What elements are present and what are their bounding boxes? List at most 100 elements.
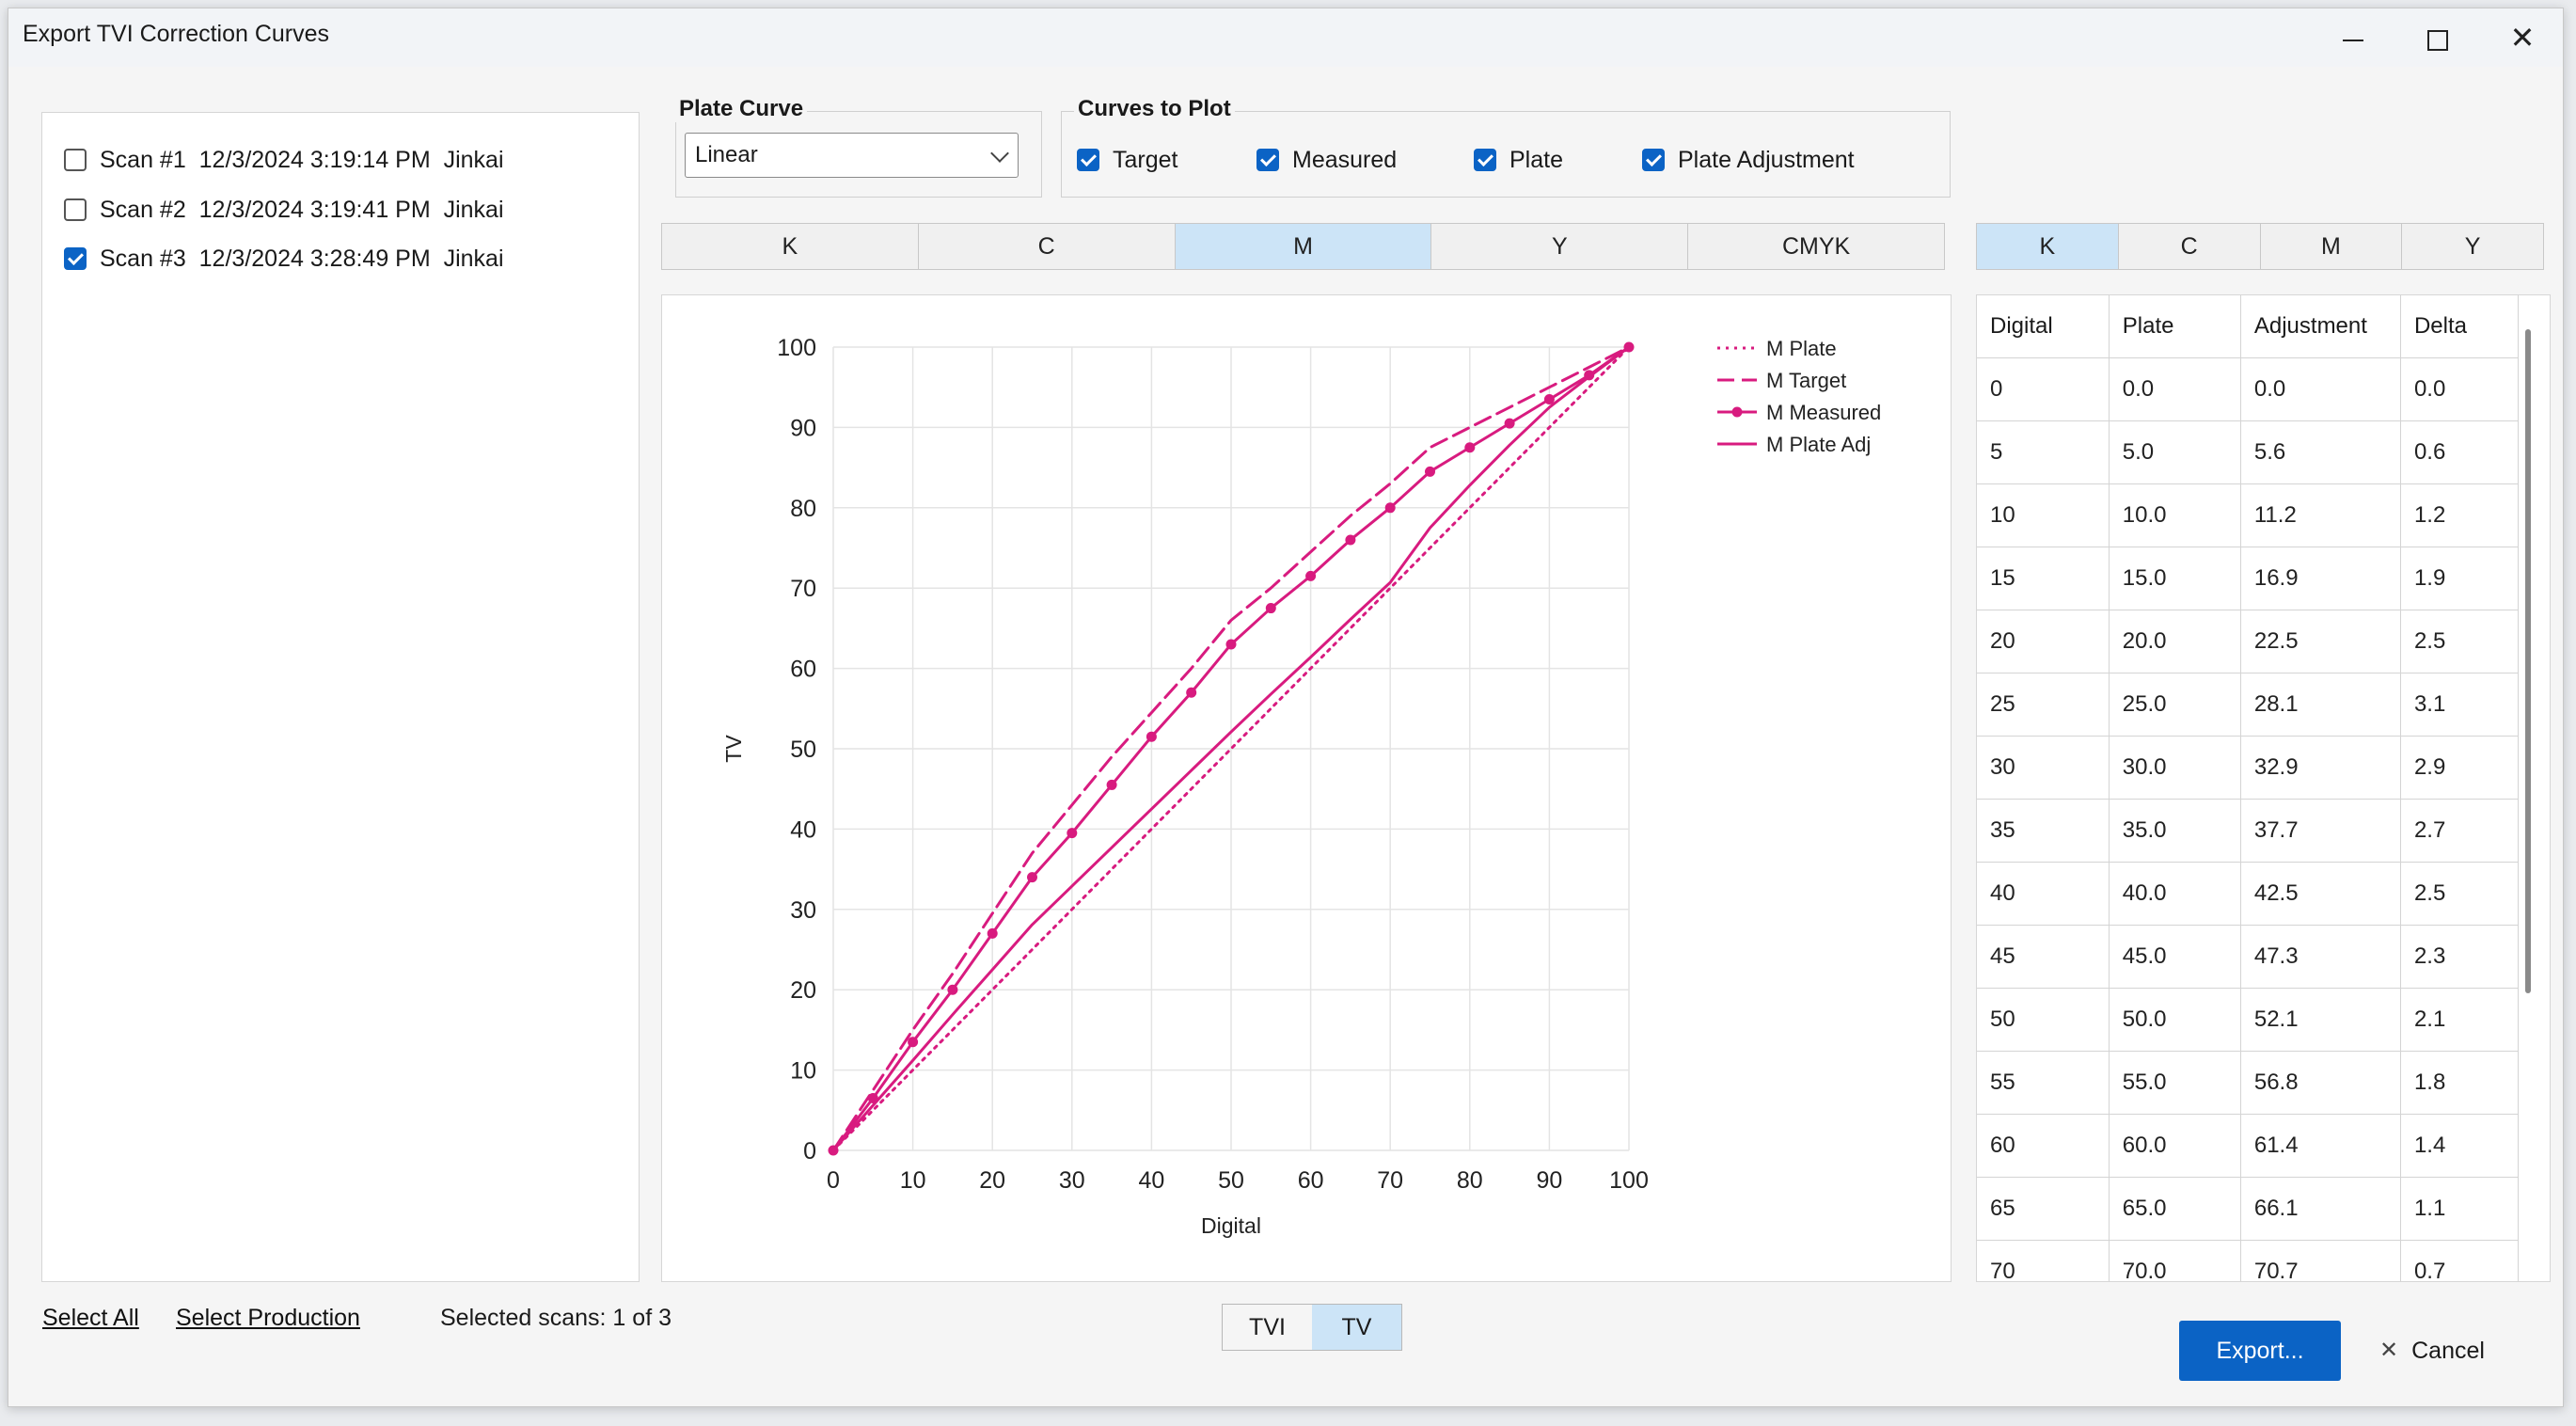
data-point-m-measured xyxy=(947,984,958,995)
cell-adjustment: 52.1 xyxy=(2240,988,2401,1052)
scan-checkbox[interactable] xyxy=(64,198,87,221)
table-tab-k[interactable]: K xyxy=(1977,224,2119,269)
cell-delta: 1.8 xyxy=(2400,1051,2520,1115)
table-row[interactable]: 60 60.0 61.4 1.4 xyxy=(1977,1114,2520,1178)
table-row[interactable]: 70 70.0 70.7 0.7 xyxy=(1977,1240,2520,1281)
x-tick-label: 30 xyxy=(1059,1167,1085,1194)
plate-curve-value: Linear xyxy=(695,142,758,167)
cell-digital: 70 xyxy=(1977,1240,2110,1281)
checkbox[interactable] xyxy=(1474,149,1496,171)
tv-mode-toggle: TVI TV xyxy=(1222,1304,1402,1351)
cell-delta: 0.0 xyxy=(2400,357,2520,421)
cell-digital: 55 xyxy=(1977,1051,2110,1115)
tab-c[interactable]: C xyxy=(919,224,1176,269)
select-all-link[interactable]: Select All xyxy=(42,1305,139,1332)
mode-tv-button[interactable]: TV xyxy=(1312,1305,1401,1350)
scan-checkbox[interactable] xyxy=(64,247,87,270)
table-row[interactable]: 5 5.0 5.6 0.6 xyxy=(1977,420,2520,484)
table-tab-c[interactable]: C xyxy=(2119,224,2261,269)
table-row[interactable]: 35 35.0 37.7 2.7 xyxy=(1977,799,2520,863)
data-point-m-measured xyxy=(1504,418,1515,429)
cell-digital: 35 xyxy=(1977,799,2110,863)
table-scrollbar[interactable] xyxy=(2525,329,2531,993)
x-tick-label: 10 xyxy=(900,1167,926,1194)
scan-item[interactable]: Scan #1 12/3/2024 3:19:14 PM Jinkai xyxy=(64,141,504,179)
selected-scans-count: Selected scans: 1 of 3 xyxy=(440,1305,672,1331)
x-axis-label: Digital xyxy=(1201,1213,1261,1238)
curve-toggle-label: Plate xyxy=(1509,146,1563,173)
checkbox[interactable] xyxy=(1077,149,1099,171)
cell-adjustment: 22.5 xyxy=(2240,610,2401,673)
maximize-button[interactable] xyxy=(2395,13,2480,62)
table-row[interactable]: 10 10.0 11.2 1.2 xyxy=(1977,483,2520,547)
table-row[interactable]: 50 50.0 52.1 2.1 xyxy=(1977,988,2520,1052)
maximize-icon xyxy=(2427,29,2448,51)
scan-item[interactable]: Scan #2 12/3/2024 3:19:41 PM Jinkai xyxy=(64,191,504,229)
scan-user: Jinkai xyxy=(443,245,504,272)
minimize-icon xyxy=(2343,39,2363,41)
chevron-down-icon xyxy=(990,144,1009,163)
tab-y[interactable]: Y xyxy=(1431,224,1689,269)
scan-user: Jinkai xyxy=(443,146,504,173)
table-row[interactable]: 40 40.0 42.5 2.5 xyxy=(1977,862,2520,926)
curve-toggle-plate[interactable]: Plate xyxy=(1474,145,1563,175)
close-button[interactable]: ✕ xyxy=(2480,13,2565,62)
cell-delta: 2.9 xyxy=(2400,736,2520,800)
cell-adjustment: 56.8 xyxy=(2240,1051,2401,1115)
tab-cmyk[interactable]: CMYK xyxy=(1688,224,1944,269)
cell-plate: 15.0 xyxy=(2109,547,2241,610)
cancel-button[interactable]: ✕ Cancel xyxy=(2379,1321,2511,1381)
cell-delta: 0.7 xyxy=(2400,1240,2520,1281)
table-header-row: Digital Plate Adjustment Delta xyxy=(1977,295,2520,358)
curve-toggle-plate-adjustment[interactable]: Plate Adjustment xyxy=(1642,145,1855,175)
table-row[interactable]: 0 0.0 0.0 0.0 xyxy=(1977,357,2520,421)
table-row[interactable]: 20 20.0 22.5 2.5 xyxy=(1977,610,2520,673)
scan-item[interactable]: Scan #3 12/3/2024 3:28:49 PM Jinkai xyxy=(64,240,504,277)
cell-adjustment: 61.4 xyxy=(2240,1114,2401,1178)
table-channel-tabs: K C M Y xyxy=(1976,223,2544,270)
select-production-link[interactable]: Select Production xyxy=(176,1305,360,1332)
tab-m[interactable]: M xyxy=(1175,224,1432,269)
table-row[interactable]: 30 30.0 32.9 2.9 xyxy=(1977,736,2520,800)
cell-digital: 30 xyxy=(1977,736,2110,800)
cell-plate: 0.0 xyxy=(2109,357,2241,421)
table-row[interactable]: 45 45.0 47.3 2.3 xyxy=(1977,925,2520,989)
cell-adjustment: 66.1 xyxy=(2240,1177,2401,1241)
curve-toggle-measured[interactable]: Measured xyxy=(1256,145,1397,175)
checkbox[interactable] xyxy=(1256,149,1279,171)
data-point-m-measured xyxy=(1225,639,1237,650)
y-tick-label: 60 xyxy=(790,657,816,683)
scan-checkbox[interactable] xyxy=(64,149,87,171)
export-button[interactable]: Export... xyxy=(2179,1321,2341,1381)
curve-toggle-target[interactable]: Target xyxy=(1077,145,1177,175)
y-tick-label: 70 xyxy=(790,576,816,602)
minimize-button[interactable] xyxy=(2311,13,2395,62)
data-point-m-measured xyxy=(1464,442,1476,453)
x-tick-label: 90 xyxy=(1536,1167,1562,1194)
checkbox[interactable] xyxy=(1642,149,1665,171)
cell-adjustment: 42.5 xyxy=(2240,862,2401,926)
scan-label: Scan #3 xyxy=(100,245,186,272)
data-point-m-measured xyxy=(987,927,998,939)
table-row[interactable]: 55 55.0 56.8 1.8 xyxy=(1977,1051,2520,1115)
y-tick-label: 100 xyxy=(777,335,816,361)
table-row[interactable]: 65 65.0 66.1 1.1 xyxy=(1977,1177,2520,1241)
cell-digital: 45 xyxy=(1977,925,2110,989)
header-digital: Digital xyxy=(1977,295,2110,358)
table-row[interactable]: 15 15.0 16.9 1.9 xyxy=(1977,547,2520,610)
table-tab-y[interactable]: Y xyxy=(2402,224,2543,269)
scan-date: 12/3/2024 3:19:14 PM xyxy=(198,146,431,173)
tab-k[interactable]: K xyxy=(662,224,919,269)
cell-adjustment: 16.9 xyxy=(2240,547,2401,610)
mode-tvi-button[interactable]: TVI xyxy=(1223,1305,1312,1350)
cell-digital: 5 xyxy=(1977,420,2110,484)
header-delta: Delta xyxy=(2400,295,2520,358)
table-tab-m[interactable]: M xyxy=(2261,224,2403,269)
cell-plate: 10.0 xyxy=(2109,483,2241,547)
table-panel: Digital Plate Adjustment Delta 0 0.0 0.0 0.… xyxy=(1976,294,2551,1282)
scan-date: 12/3/2024 3:19:41 PM xyxy=(198,196,431,223)
table-row[interactable]: 25 25.0 28.1 3.1 xyxy=(1977,673,2520,737)
cell-plate: 45.0 xyxy=(2109,925,2241,989)
plate-curve-select[interactable]: Linear xyxy=(685,133,1019,178)
curve-toggle-label: Plate Adjustment xyxy=(1678,146,1855,173)
